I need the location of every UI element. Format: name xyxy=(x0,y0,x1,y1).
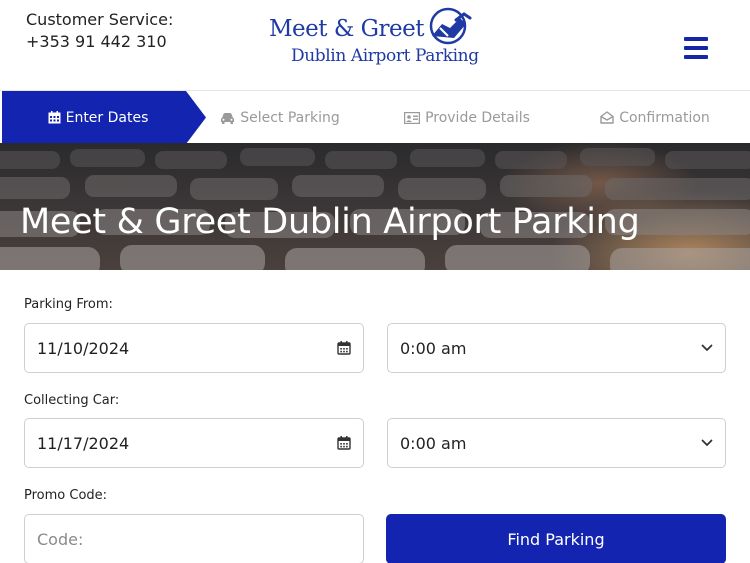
customer-service-label: Customer Service: xyxy=(26,10,174,29)
page-title: Meet & Greet Dublin Airport Parking xyxy=(20,202,640,242)
collecting-time-select[interactable]: 0:00 am xyxy=(387,418,726,468)
step-confirmation[interactable]: Confirmation xyxy=(585,91,725,144)
step-select-parking[interactable]: Select Parking xyxy=(206,91,354,144)
step-provide-details[interactable]: Provide Details xyxy=(380,91,554,144)
step-label: Confirmation xyxy=(619,109,710,126)
site-logo[interactable]: Meet & Greet Dublin Airport Parking xyxy=(262,6,492,70)
collecting-date-value: 11/17/2024 xyxy=(37,433,130,453)
collecting-car-label: Collecting Car: xyxy=(24,393,120,408)
logo-title: Meet & Greet xyxy=(269,16,424,42)
calendar-icon[interactable] xyxy=(337,341,351,355)
step-label: Select Parking xyxy=(240,109,340,126)
car-icon xyxy=(221,112,235,124)
booking-steps: Enter Dates Select Parking Provide Detai… xyxy=(0,90,750,144)
envelope-open-icon xyxy=(600,111,614,124)
hamburger-menu-button[interactable] xyxy=(684,37,710,59)
step-label: Enter Dates xyxy=(65,109,149,126)
chevron-down-icon xyxy=(701,344,713,351)
promo-code-label: Promo Code: xyxy=(24,488,108,503)
customer-service: Customer Service: +353 91 442 310 xyxy=(26,9,173,53)
customer-service-phone[interactable]: +353 91 442 310 xyxy=(26,31,173,53)
promo-code-placeholder: Code: xyxy=(37,529,84,549)
calendar-icon xyxy=(48,111,61,124)
find-parking-button[interactable]: Find Parking xyxy=(386,514,726,563)
handshake-icon xyxy=(429,7,472,45)
collecting-date-input[interactable]: 11/17/2024 xyxy=(24,418,364,468)
parking-from-date-input[interactable]: 11/10/2024 xyxy=(24,323,364,373)
calendar-icon[interactable] xyxy=(337,436,351,450)
promo-code-input[interactable]: Code: xyxy=(24,514,364,563)
step-enter-dates[interactable]: Enter Dates xyxy=(0,91,206,144)
collecting-time-value: 0:00 am xyxy=(400,433,467,453)
step-label: Provide Details xyxy=(425,109,530,126)
parking-from-date-value: 11/10/2024 xyxy=(37,338,130,358)
chevron-down-icon xyxy=(701,439,713,446)
parking-from-time-select[interactable]: 0:00 am xyxy=(387,323,726,373)
booking-form: Parking From: 11/10/2024 0:00 am Collect… xyxy=(0,270,750,563)
parking-from-label: Parking From: xyxy=(24,297,113,312)
hero-banner: Meet & Greet Dublin Airport Parking xyxy=(0,143,750,270)
id-card-icon xyxy=(404,111,421,124)
site-header: Customer Service: +353 91 442 310 Meet &… xyxy=(0,0,750,90)
parking-from-time-value: 0:00 am xyxy=(400,338,467,358)
